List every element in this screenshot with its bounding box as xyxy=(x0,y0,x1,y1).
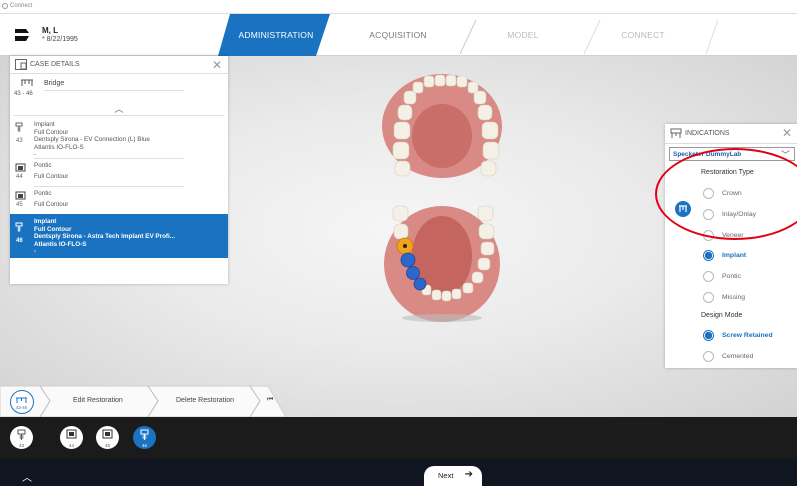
pontic-icon xyxy=(102,429,113,439)
tooth-button-46[interactable]: 46 xyxy=(133,426,156,449)
pontic-icon xyxy=(15,163,26,172)
bridge-range: 43 - 46 xyxy=(14,91,33,97)
app-logo-icon xyxy=(15,29,29,41)
case-item-43[interactable]: 43 Implant Full Contour Dentsply Sirona … xyxy=(10,116,228,159)
case-details-panel: CASE DETAILS ✕ Bridge 43 - 46 ︿ 43 Impla… xyxy=(10,56,228,284)
tab-model[interactable]: MODEL xyxy=(483,14,563,56)
item-line: Dentsply Sirona - Astra Tech Implant EV … xyxy=(34,233,176,240)
tooth-number: 45 xyxy=(16,202,23,208)
app-icon xyxy=(2,3,8,9)
tooth-number: 44 xyxy=(16,174,23,180)
close-icon[interactable]: ✕ xyxy=(782,126,792,140)
case-item-44[interactable]: 44 Pontic Full Contour xyxy=(10,156,228,187)
patient-dob: * 8/22/1995 xyxy=(42,36,78,43)
tooth-number: 46 xyxy=(141,443,147,448)
tooth-number: 46 xyxy=(16,238,23,244)
bridge-label: Bridge xyxy=(44,80,65,87)
implant-icon xyxy=(15,122,23,132)
next-label: Next xyxy=(438,471,454,480)
window-title: Connect xyxy=(10,3,33,9)
option-label: Missing xyxy=(722,293,746,301)
radio-button[interactable] xyxy=(703,350,714,362)
option-pontic[interactable]: Pontic xyxy=(703,269,741,283)
option-screw-retained[interactable]: Screw Retained xyxy=(703,328,773,342)
implant-icon xyxy=(140,429,149,440)
tab-administration[interactable]: ADMINISTRATION xyxy=(226,14,326,56)
option-cemented[interactable]: Cemented xyxy=(703,349,753,363)
pontic-icon xyxy=(66,429,77,439)
option-implant[interactable]: Implant xyxy=(703,248,746,262)
delete-restoration-button[interactable]: Delete Restoration xyxy=(176,397,234,404)
edit-restoration-button[interactable]: Edit Restoration xyxy=(73,397,123,404)
case-item-46[interactable]: 46 Implant Full Contour Dentsply Sirona … xyxy=(10,214,228,258)
implant-icon xyxy=(15,222,23,232)
indications-icon xyxy=(670,128,682,138)
item-line: Atlantis IO-FLO-S xyxy=(34,240,87,248)
bridge-selector-button[interactable]: 43-46 xyxy=(10,390,34,414)
top-bar: M, L * 8/22/1995 ADMINISTRATION ACQUISIT… xyxy=(0,14,797,56)
workflow-tabs: ADMINISTRATION ACQUISITION MODEL CONNECT xyxy=(218,14,718,56)
item-line: Dentsply Sirona - EV Connection (L) Blue xyxy=(34,136,150,143)
implant-icon xyxy=(17,429,26,440)
bridge-summary[interactable]: Bridge 43 - 46 xyxy=(10,74,228,102)
option-label: Pontic xyxy=(722,272,741,280)
case-item-45[interactable]: 45 Pontic Full Contour xyxy=(10,184,228,212)
arrow-right-icon: ➔ xyxy=(464,469,473,480)
tooth-selector-bar xyxy=(0,417,797,459)
tooth-button-43[interactable]: 43 xyxy=(10,426,33,449)
toolbar-background xyxy=(0,385,287,418)
option-label: Implant xyxy=(722,251,747,259)
item-line: Full Contour xyxy=(34,200,69,208)
chevron-up-icon[interactable]: ︿ xyxy=(22,469,32,484)
tooth-button-44[interactable]: 44 xyxy=(60,426,83,449)
item-line: Pontic xyxy=(34,190,52,197)
chevron-up-icon[interactable]: ︿ xyxy=(14,102,224,116)
item-line: Implant xyxy=(34,218,57,225)
case-details-title: CASE DETAILS xyxy=(30,61,80,68)
tab-connect[interactable]: CONNECT xyxy=(603,14,683,56)
option-label: Screw Retained xyxy=(722,331,773,339)
radio-button[interactable] xyxy=(703,329,714,341)
item-line: - xyxy=(34,248,37,255)
bridge-icon xyxy=(21,79,33,86)
next-button[interactable]: Next ➔ xyxy=(424,466,482,486)
item-line: Implant xyxy=(34,121,55,128)
patient-name: M, L xyxy=(42,26,58,35)
design-mode-label: Design Mode xyxy=(701,312,743,319)
tooth-number: 44 xyxy=(68,443,74,448)
radio-button[interactable] xyxy=(703,270,714,282)
item-line: Full Contour xyxy=(34,225,72,233)
tooth-number: 45 xyxy=(104,443,110,448)
option-missing[interactable]: Missing xyxy=(703,290,745,304)
footer-bar xyxy=(0,459,797,486)
window-titlebar: Connect xyxy=(0,0,797,14)
pontic-icon xyxy=(15,191,26,200)
tooth-number: 43 xyxy=(18,443,24,448)
close-icon[interactable]: ✕ xyxy=(212,58,222,72)
tooth-button-45[interactable]: 45 xyxy=(96,426,119,449)
item-line: Pontic xyxy=(34,162,52,169)
collapse-toolbar-icon[interactable]: ⏮ xyxy=(267,396,273,404)
option-label: Cemented xyxy=(722,352,754,360)
indications-title: INDICATIONS xyxy=(685,130,730,137)
radio-button[interactable] xyxy=(703,291,714,303)
indications-header: INDICATIONS ✕ xyxy=(665,124,797,144)
case-details-icon xyxy=(15,59,27,70)
case-details-header: CASE DETAILS ✕ xyxy=(10,56,228,74)
bridge-range-label: 43-46 xyxy=(16,405,27,410)
item-line: Atlantis IO-FLO-S xyxy=(34,143,84,151)
restoration-toolbar: Edit Restoration Delete Restoration ⏮ xyxy=(0,384,290,418)
tab-acquisition[interactable]: ACQUISITION xyxy=(353,14,443,56)
tooth-number: 43 xyxy=(16,138,23,144)
item-line: Full Contour xyxy=(34,128,69,136)
radio-button[interactable] xyxy=(703,249,714,261)
item-line: Full Contour xyxy=(34,172,69,180)
